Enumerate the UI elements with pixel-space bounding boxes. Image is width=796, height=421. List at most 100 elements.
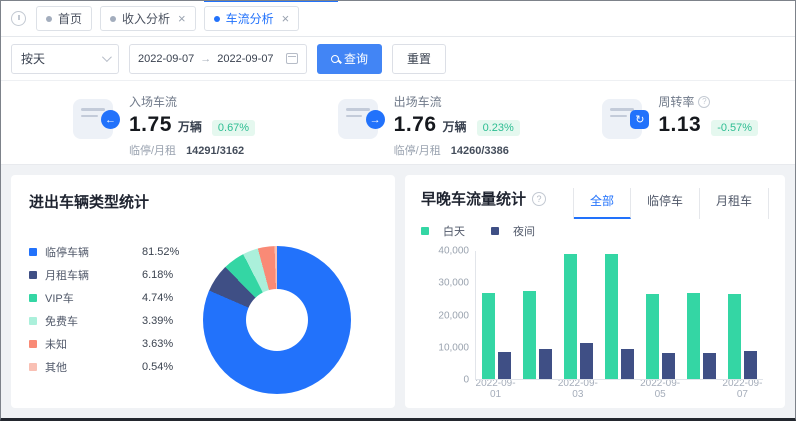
bar-legend-item[interactable]: 白天: [421, 223, 465, 239]
legend-item[interactable]: 未知3.63%: [29, 332, 194, 355]
bar-白天[interactable]: [482, 293, 495, 379]
search-icon: [331, 55, 339, 63]
stat-card: ↻周转率?1.13-0.57%: [530, 81, 795, 164]
date-range-picker[interactable]: 2022-09-07 → 2022-09-07: [129, 44, 307, 74]
info-icon[interactable]: ?: [698, 96, 710, 108]
x-tick-label: 2022-09-07: [722, 378, 763, 400]
legend-value: 6.18%: [142, 269, 194, 281]
legend-swatch: [29, 248, 37, 256]
tab-label: 车流分析: [226, 10, 274, 27]
stat-sub-label: 临停/月租: [394, 145, 441, 157]
bar-白天[interactable]: [523, 291, 536, 379]
search-button[interactable]: 查询: [317, 44, 382, 74]
legend-item[interactable]: 临停车辆81.52%: [29, 240, 194, 263]
stat-value-line: 1.75万辆0.67%: [129, 113, 255, 137]
stat-value: 1.75: [129, 113, 172, 137]
plot-area: [475, 251, 763, 380]
stat-value-line: 1.76万辆0.23%: [394, 113, 520, 137]
document-icon: →: [338, 99, 378, 139]
bar-夜间[interactable]: [539, 349, 552, 379]
bar-tab-全部[interactable]: 全部: [574, 188, 631, 219]
bar-group: [681, 251, 722, 379]
bar-白天[interactable]: [605, 254, 618, 379]
reset-button[interactable]: 重置: [392, 44, 446, 74]
bar-group: [722, 251, 763, 379]
turnover-icon: ↻: [630, 110, 649, 129]
bar-legend: 白天 夜间: [421, 223, 769, 239]
bar-legend-item[interactable]: 夜间: [491, 223, 535, 239]
enter-icon: ←: [101, 110, 120, 129]
bar-白天[interactable]: [687, 293, 700, 379]
close-icon[interactable]: ×: [282, 12, 290, 25]
tab-首页[interactable]: 首页: [36, 6, 92, 31]
stat-value: 1.13: [658, 113, 701, 137]
bar-夜间[interactable]: [498, 352, 511, 379]
bar-白天[interactable]: [728, 294, 741, 379]
y-tick-label: 10,000: [423, 342, 469, 353]
tab-list: 首页收入分析× 车流分析 ×: [36, 1, 299, 36]
bar-group: [640, 251, 681, 379]
tab-车流分析[interactable]: 车流分析 ×: [204, 6, 300, 31]
legend-item[interactable]: VIP车4.74%: [29, 286, 194, 309]
bar-白天[interactable]: [564, 254, 577, 379]
stat-body: 周转率?1.13-0.57%: [658, 93, 758, 164]
legend-item[interactable]: 免费车3.39%: [29, 309, 194, 332]
history-clock-icon[interactable]: [11, 11, 26, 26]
day-night-card: 早晚车流量统计 ? 全部临停车月租车 白天夜间 010,00020,00030,…: [405, 175, 785, 408]
vehicle-type-card-title: 进出车辆类型统计: [29, 191, 377, 212]
x-tick-label: 2022-09-03: [557, 378, 598, 400]
legend-item[interactable]: 其他0.54%: [29, 355, 194, 378]
legend-label: VIP车: [45, 290, 142, 306]
stat-card: ←入场车流1.75万辆0.67%临停/月租14291/3162: [1, 81, 266, 164]
y-tick-label: 30,000: [423, 278, 469, 289]
bar-group: [476, 251, 517, 379]
legend-swatch: [29, 363, 37, 371]
tab-收入分析[interactable]: 收入分析×: [100, 6, 196, 31]
y-tick-label: 20,000: [423, 310, 469, 321]
bar-tab-月租车[interactable]: 月租车: [700, 188, 769, 219]
legend-value: 3.39%: [142, 315, 194, 327]
legend-swatch: [29, 294, 37, 302]
bar-group: [599, 251, 640, 379]
stat-change-badge: -0.57%: [711, 120, 758, 136]
legend-value: 3.63%: [142, 338, 194, 350]
range-arrow-icon: →: [200, 53, 211, 65]
granularity-select[interactable]: 按天: [11, 44, 119, 74]
legend-swatch: [421, 227, 429, 235]
bar-夜间[interactable]: [580, 343, 593, 379]
bar-tab-临停车[interactable]: 临停车: [631, 188, 700, 219]
bar-chart: 010,00020,00030,00040,000 2022-09-012022…: [421, 251, 769, 398]
stat-body: 出场车流1.76万辆0.23%临停/月租14260/3386: [394, 93, 520, 164]
bar-白天[interactable]: [646, 294, 659, 379]
info-icon[interactable]: ?: [532, 192, 546, 206]
x-tick-label: 2022-09-01: [475, 378, 516, 400]
legend-swatch: [29, 340, 37, 348]
tab-bar: 首页收入分析× 车流分析 ×: [1, 1, 795, 37]
legend-label: 未知: [45, 336, 142, 352]
bar-夜间[interactable]: [703, 353, 716, 379]
stat-subline: 临停/月租14260/3386: [394, 142, 520, 158]
filter-bar: 按天 2022-09-07 → 2022-09-07 查询 重置: [1, 37, 795, 81]
search-button-label: 查询: [344, 50, 368, 67]
bar-夜间[interactable]: [621, 349, 634, 379]
close-icon[interactable]: ×: [178, 12, 186, 25]
pie-legend: 临停车辆81.52%月租车辆6.18%VIP车4.74%免费车3.39%未知3.…: [29, 240, 194, 394]
legend-item[interactable]: 月租车辆6.18%: [29, 263, 194, 286]
stat-value-line: 1.13 -0.57%: [658, 113, 758, 137]
bar-夜间[interactable]: [662, 353, 675, 379]
x-axis: 2022-09-01 2022-09-03 2022-09-05 2022-09-07: [475, 380, 763, 398]
stat-unit: 万辆: [178, 118, 202, 135]
document-icon: ↻: [602, 99, 642, 139]
x-tick-label: 2022-09-05: [640, 378, 681, 400]
stat-subline: 临停/月租14291/3162: [129, 142, 255, 158]
bar-夜间[interactable]: [744, 351, 757, 379]
bar-group: [558, 251, 599, 379]
legend-label: 临停车辆: [45, 244, 142, 260]
calendar-icon: [286, 53, 298, 64]
day-night-card-head: 早晚车流量统计 ? 全部临停车月租车: [421, 188, 769, 219]
legend-label: 其他: [45, 359, 142, 375]
pie-body: 临停车辆81.52%月租车辆6.18%VIP车4.74%免费车3.39%未知3.…: [29, 240, 377, 394]
stat-value: 1.76: [394, 113, 437, 137]
stat-sub-label: 临停/月租: [129, 145, 176, 157]
legend-label: 月租车辆: [45, 267, 142, 283]
